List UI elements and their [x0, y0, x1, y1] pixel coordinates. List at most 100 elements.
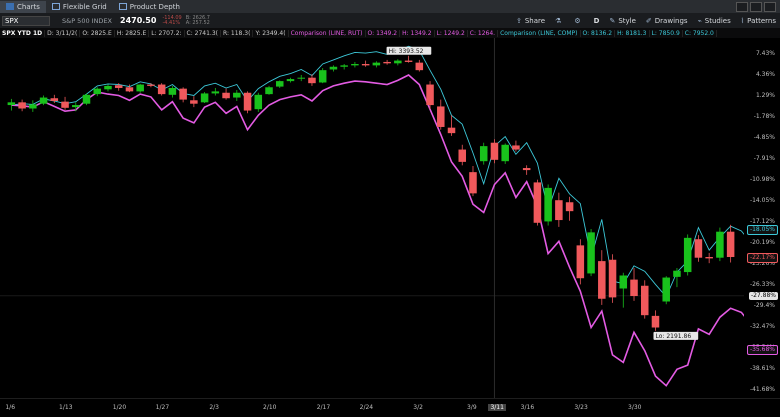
symbol-description: S&P 500 INDEX [62, 16, 112, 25]
rut-high: H: 1349.2 [400, 29, 435, 37]
patterns-label: Patterns [747, 16, 776, 25]
candle-body [286, 79, 295, 82]
time-axis[interactable]: 1/6 1/13 1/20 1/27 2/3 2/10 2/17 2/24 3/2 3/9 3/11… [0, 398, 780, 417]
time-tick-label: 2/3 [209, 404, 219, 411]
candle-body [82, 94, 91, 104]
price-chart[interactable]: Hi: 3393.52 Lo: 2191.86 [0, 38, 744, 398]
candle-body [716, 231, 724, 258]
chart-toolbar-buttons: ⇪ Share ⚗ ⚙ D ✎ Style ✐ Drawings ⌁ Studies ⌇… [506, 13, 780, 28]
ohlc-date: D: 3/11/2( [45, 29, 81, 37]
candle-body [555, 200, 563, 221]
price-badge: -18.05% [746, 224, 778, 235]
price-tick-label: -10.98% [749, 176, 775, 184]
tab-charts[interactable]: Charts [0, 0, 46, 13]
candle-body [50, 98, 59, 101]
candle-body [683, 237, 692, 273]
candle-body [275, 81, 284, 87]
candle-body [383, 61, 391, 64]
drawings-button[interactable]: ✐ Drawings [646, 17, 688, 25]
settings-button[interactable]: ⚙ [574, 17, 583, 25]
candle-body [415, 62, 424, 71]
price-tick-label: 1.29% [755, 92, 775, 100]
comparison-rut-label[interactable]: Comparison (LINE, RUT) [289, 29, 366, 37]
time-tick-label: 1/20 [112, 404, 127, 411]
rut-close: C: 1264. [468, 29, 499, 37]
candle-body [544, 187, 552, 222]
candle-body [18, 102, 26, 109]
patterns-icon: ⌇ [740, 16, 745, 25]
time-tick-label: 1/27 [155, 404, 170, 411]
price-tick-label: -32.47% [749, 323, 775, 331]
last-price: 2470.50 [120, 16, 157, 25]
studies-label: Studies [704, 16, 731, 25]
window-restore-icon[interactable] [750, 1, 762, 12]
price-tick-label: -4.85% [753, 134, 775, 142]
flask-button[interactable]: ⚗ [555, 17, 564, 25]
bid-ask: B: 2626.7 A: 257.52 [185, 15, 210, 26]
style-button[interactable]: ✎ Style [609, 17, 635, 25]
price-tick-label: 7.43% [755, 50, 775, 58]
flask-icon: ⚗ [555, 16, 562, 25]
candle-body [211, 91, 220, 94]
patterns-button[interactable]: ⌇ Patterns [741, 17, 776, 25]
svg-text:Hi: 3393.52: Hi: 3393.52 [389, 48, 424, 55]
rut-open: O: 1349.2 [366, 29, 401, 37]
candle-body [61, 101, 69, 108]
candle-body [640, 285, 649, 316]
tab-product-depth[interactable]: Product Depth [113, 1, 186, 13]
tab-charts-label: Charts [17, 2, 40, 11]
candle-body [469, 172, 477, 194]
studies-button[interactable]: ⌁ Studies [698, 17, 731, 25]
candle-body [694, 239, 703, 258]
gear-icon: ⚙ [574, 16, 581, 25]
time-tick-label: 3/30 [628, 404, 642, 411]
window-close-icon[interactable] [764, 1, 776, 12]
time-tick-label: 2/24 [359, 404, 374, 411]
price-axis[interactable]: 7.43% 4.36% 1.29% -1.78% -4.85% -7.91% -10.98%… [744, 38, 780, 398]
candle-body [104, 85, 112, 90]
symbol-input[interactable]: SPX [2, 15, 50, 26]
candle-body [340, 65, 348, 67]
tab-bar: Charts Flexible Grid Product Depth [0, 0, 780, 13]
price-tick-label: -7.91% [753, 155, 775, 163]
comp-high: H: 8181.3 [615, 29, 650, 37]
candle-body [673, 270, 681, 277]
candle-body [479, 146, 488, 162]
candle-body [179, 88, 187, 100]
aggregation-label: D [593, 16, 600, 25]
candle-body [501, 144, 509, 162]
aggregation-button[interactable]: D [594, 17, 600, 25]
time-tick-label: 1/13 [59, 404, 73, 411]
time-tick-label: 2/10 [263, 404, 277, 411]
studies-icon: ⌁ [697, 16, 702, 25]
ask-value: A: 257.52 [185, 19, 210, 26]
price-tick-label: -1.78% [753, 113, 775, 121]
candle-body [190, 100, 198, 104]
comparison-comp-label[interactable]: Comparison (LINE, COMP) [498, 29, 581, 37]
drawings-icon: ✐ [645, 16, 652, 25]
rut-low: L: 1249.2 [435, 29, 468, 37]
tab-flexible-grid[interactable]: Flexible Grid [46, 1, 113, 13]
candle-body [39, 97, 48, 104]
candle-body [608, 259, 617, 298]
time-tick-label: 3/23 [574, 404, 588, 411]
ohlc-low: L: 2707.2: [149, 29, 185, 37]
candle-body [565, 202, 574, 212]
chart-title[interactable]: SPX YTD 1D [0, 29, 46, 37]
style-icon: ✎ [609, 16, 616, 25]
lo-label: Lo: 2191.86 [653, 331, 699, 340]
price-tick-label: -14.05% [749, 197, 775, 205]
candle-body [619, 275, 628, 289]
layout-icon[interactable] [736, 1, 748, 12]
candle-body [651, 315, 660, 328]
chart-icon [6, 3, 14, 10]
share-button[interactable]: ⇪ Share [516, 17, 545, 25]
price-tick-label: -41.68% [749, 386, 775, 394]
comp-low: L: 7850.9 [650, 29, 683, 37]
share-label: Share [524, 16, 546, 25]
candle-body [233, 92, 241, 98]
ohlc-close: C: 2741.3( [185, 29, 221, 37]
chart-info-bar: SPX YTD 1D D: 3/11/2( O: 2825.E H: 2825.… [0, 28, 780, 38]
candle-body [72, 105, 80, 108]
candle-body [447, 127, 456, 134]
